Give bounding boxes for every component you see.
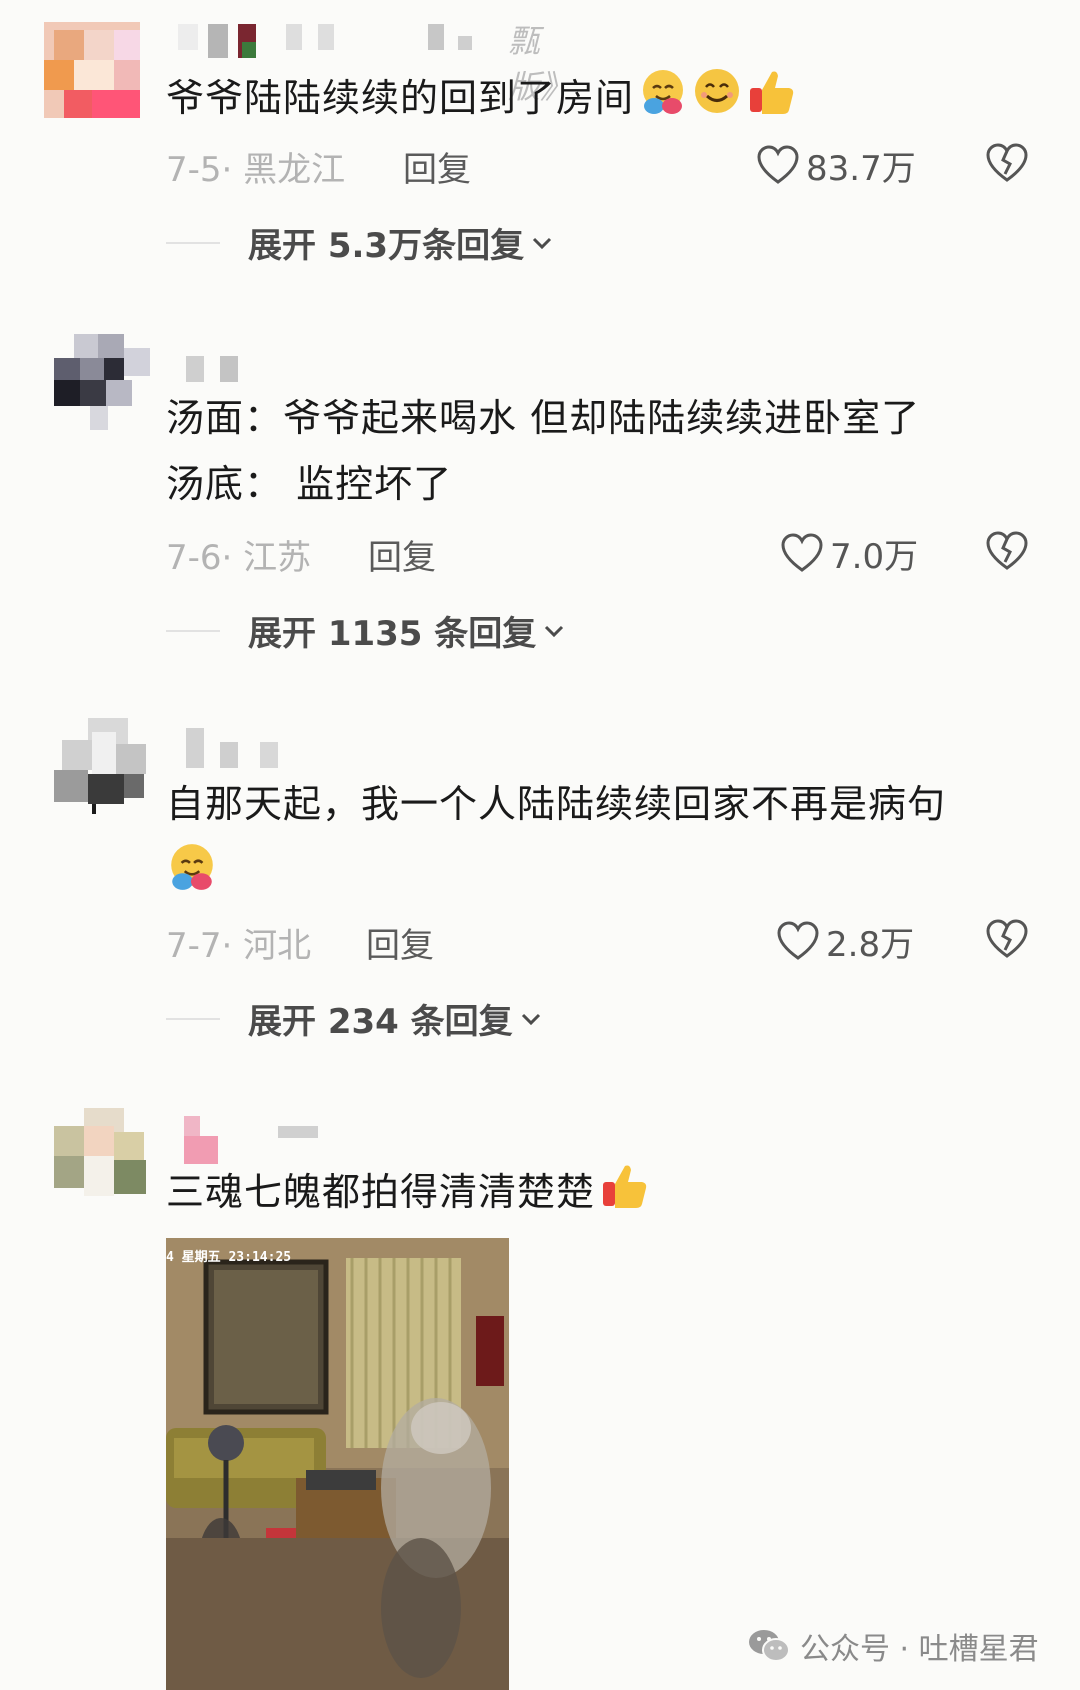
expand-replies-button[interactable]: 展开 234 条回复 — [166, 994, 543, 1043]
like-count: 7.0万 — [830, 536, 919, 577]
expand-replies-button[interactable]: 展开 5.3万条回复 — [166, 218, 554, 267]
avatar[interactable] — [44, 22, 140, 118]
smiling-face-emoji-icon — [692, 66, 742, 135]
chevron-down-icon — [533, 237, 552, 249]
hugging-face-emoji-icon — [166, 840, 218, 911]
comment-text-line1: 汤面：爷爷起来喝水 但却陆陆续续进卧室了 — [166, 396, 921, 440]
reply-button[interactable]: 回复 — [366, 918, 434, 967]
like-count: 83.7万 — [806, 148, 916, 189]
heart-icon — [777, 921, 819, 960]
expand-replies-label: 展开 234 条回复 — [248, 1002, 513, 1042]
thumbs-up-emoji-icon — [599, 1160, 649, 1229]
wechat-icon — [749, 1630, 790, 1662]
broken-heart-icon — [986, 143, 1028, 182]
chevron-down-icon — [521, 1013, 540, 1025]
avatar[interactable] — [54, 1108, 150, 1204]
cctv-room-image — [166, 1238, 509, 1690]
divider — [166, 629, 220, 632]
divider — [166, 241, 220, 244]
comment-text-body: 爷爷陆陆续续的回到了房间 — [166, 76, 635, 120]
expand-replies-label: 展开 1135 条回复 — [248, 614, 537, 654]
avatar[interactable] — [54, 718, 150, 814]
heart-icon — [757, 145, 799, 184]
reply-button[interactable]: 回复 — [368, 530, 436, 579]
reply-button[interactable]: 回复 — [403, 142, 471, 191]
hugging-face-emoji-icon — [638, 66, 688, 135]
date-location: 7-7· 河北 — [166, 926, 312, 966]
dislike-button[interactable] — [985, 918, 1029, 964]
like-button[interactable]: 2.8万 — [776, 918, 915, 965]
comment-emoji-line — [166, 840, 218, 911]
dislike-button[interactable] — [985, 530, 1029, 576]
divider — [166, 1017, 220, 1020]
chevron-down-icon — [545, 625, 564, 637]
watermark-text: 公众号 · 吐槽星君 — [800, 1632, 1039, 1667]
comment-text-line2: 汤底： 监控坏了 — [166, 462, 453, 506]
expand-replies-label: 展开 5.3万条回复 — [248, 226, 525, 266]
date-location: 7-6· 江苏 — [166, 538, 312, 578]
attached-photo[interactable]: 4 星期五 23:14:25 — [166, 1238, 509, 1690]
broken-heart-icon — [986, 531, 1028, 570]
expand-replies-button[interactable]: 展开 1135 条回复 — [166, 606, 566, 655]
photo-timestamp: 4 星期五 23:14:25 — [166, 1250, 292, 1265]
thumbs-up-emoji-icon — [746, 66, 796, 135]
like-button[interactable]: 7.0万 — [780, 530, 919, 577]
dislike-button[interactable] — [985, 142, 1029, 188]
comment-text: 三魂七魄都拍得清清楚楚 — [166, 1160, 649, 1229]
heart-icon — [781, 533, 823, 572]
like-count: 2.8万 — [826, 924, 915, 965]
watermark: 公众号 · 吐槽星君 — [748, 1624, 1039, 1668]
comment-text: 爷爷陆陆续续的回到了房间 — [166, 66, 796, 135]
comment-text: 自那天起，我一个人陆陆续续回家不再是病句 — [166, 782, 947, 826]
avatar[interactable] — [54, 334, 150, 430]
date-location: 7-5· 黑龙江 — [166, 150, 346, 190]
like-button[interactable]: 83.7万 — [756, 142, 916, 189]
broken-heart-icon — [986, 919, 1028, 958]
comment-text-body: 三魂七魄都拍得清清楚楚 — [166, 1170, 596, 1214]
